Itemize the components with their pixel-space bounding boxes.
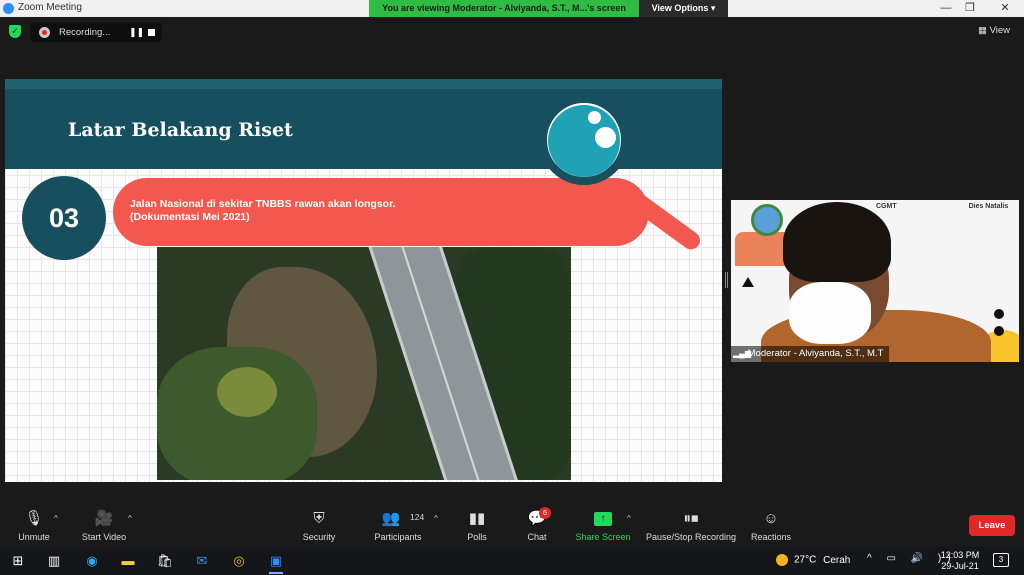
clock-time: 12:03 PM (940, 550, 980, 560)
polls-label: Polls (467, 532, 487, 542)
participant-count: 124 (410, 512, 425, 522)
participant-video-tile[interactable]: CGMT Dies Natalis ▂▄▆ Moderator - Alviya… (731, 200, 1019, 362)
clock-date: 29-Jul-21 (941, 561, 979, 571)
participants-label: Participants (374, 532, 422, 542)
sun-icon (776, 554, 788, 566)
point-description: Jalan Nasional di sekitar TNBBS rawan ak… (130, 198, 396, 223)
share-screen-button[interactable]: ↑ Share Screen (574, 504, 632, 547)
zoom-logo-icon (3, 3, 14, 14)
minimize-button[interactable]: — (936, 1, 956, 15)
participants-options-caret[interactable]: ^ (434, 514, 438, 523)
globe-icon (751, 204, 783, 236)
unmute-label: Unmute (18, 532, 50, 542)
polls-button[interactable]: ▮▮ Polls (460, 504, 494, 547)
pause-stop-recording-label: Pause/Stop Recording (645, 532, 737, 542)
panel-resize-handle[interactable] (725, 272, 728, 288)
chrome-icon[interactable]: ◎ (229, 551, 249, 571)
video-options-caret[interactable]: ^ (128, 514, 132, 523)
taskbar-clock[interactable]: 12:03 PM 29-Jul-21 (938, 550, 982, 572)
view-layout-button[interactable]: ▦ View (978, 25, 1010, 36)
security-button[interactable]: ⛨ Security (298, 504, 340, 547)
shield-icon: ⛨ (313, 510, 325, 527)
start-video-button[interactable]: 🎥 Start Video (78, 504, 130, 547)
unmute-button[interactable]: 🎙 Unmute (12, 504, 56, 547)
recording-indicator: Recording... ❚❚ (30, 23, 162, 42)
security-label: Security (302, 532, 336, 542)
face-mask (789, 282, 871, 344)
participants-button[interactable]: 👥 Participants (372, 504, 424, 547)
viewing-screen-banner: You are viewing Moderator - Alviyanda, S… (369, 0, 639, 17)
participant-name-label: ▂▄▆ Moderator - Alviyanda, S.T., M.T (731, 346, 890, 362)
background-triangle-shape (742, 277, 754, 287)
shared-screen-slide: Latar Belakang Riset Jalan Nasional di s… (5, 79, 722, 482)
chat-unread-badge: 6 (539, 507, 551, 519)
point-number-badge: 03 (22, 176, 106, 260)
edge-browser-icon[interactable]: ◉ (82, 551, 102, 571)
leave-meeting-button[interactable]: Leave (969, 515, 1015, 536)
meeting-controls-toolbar: 🎙 Unmute ^ 🎥 Start Video ^ ⛨ Security 👥 … (0, 504, 1024, 547)
slide-title: Latar Belakang Riset (68, 119, 293, 141)
background-dot-shape (994, 326, 1004, 336)
zoom-app-icon[interactable]: ▣ (266, 551, 286, 574)
photo-tree-cluster (217, 367, 277, 417)
encryption-shield-icon[interactable]: ✓ (9, 25, 21, 38)
store-icon[interactable]: 🛍 (155, 551, 175, 571)
magnifier-highlight-shape (595, 127, 616, 148)
muted-microphone-icon: 🎙 (24, 510, 44, 527)
video-off-icon: 🎥 (94, 510, 114, 527)
windows-taskbar: ⊞ ▥ ◉ ▬ 🛍 ✉ ◎ ▣ 27°C Cerah ^ ▭ 🔊 )) 12:0… (0, 547, 1024, 575)
windows-start-icon[interactable]: ⊞ (8, 551, 28, 571)
share-screen-label: Share Screen (575, 532, 631, 542)
participant-name: Moderator - Alviyanda, S.T., M.T (747, 348, 884, 359)
notification-center-icon[interactable]: 3 (993, 553, 1009, 567)
bar-chart-icon: ▮▮ (468, 510, 486, 527)
connection-signal-icon: ▂▄▆ (733, 349, 751, 358)
magnifier-highlight-shape (588, 111, 601, 124)
file-explorer-icon[interactable]: ▬ (118, 551, 138, 571)
task-view-icon[interactable]: ▥ (44, 551, 64, 571)
background-logo-strip: CGMT Dies Natalis (876, 203, 1008, 210)
dies-natalis-logo: Dies Natalis (968, 203, 1009, 210)
weather-widget[interactable]: 27°C Cerah (776, 554, 850, 566)
share-options-caret[interactable]: ^ (627, 514, 631, 523)
weather-temperature: 27°C (794, 554, 817, 566)
chat-label: Chat (527, 532, 547, 542)
participant-hair (783, 202, 891, 282)
weather-condition: Cerah (823, 554, 851, 566)
stop-recording-icon[interactable] (148, 29, 155, 36)
pause-stop-recording-button[interactable]: ⏸⏹ Pause/Stop Recording (644, 504, 738, 547)
cgmt-logo: CGMT (876, 203, 897, 210)
mail-icon[interactable]: ✉ (192, 551, 212, 571)
pause-recording-icon[interactable]: ❚❚ (129, 27, 144, 38)
maximize-button[interactable]: ❐ (960, 1, 980, 15)
view-options-button[interactable]: View Options ▾ (639, 0, 728, 17)
close-button[interactable]: ✕ (995, 1, 1015, 15)
smiley-plus-icon: ☺ (763, 510, 779, 527)
audio-options-caret[interactable]: ^ (54, 514, 58, 523)
share-screen-icon: ↑ (594, 512, 612, 526)
aerial-road-photo (157, 247, 571, 480)
reactions-label: Reactions (750, 532, 792, 542)
background-dot-shape (994, 309, 1004, 319)
cloud-recording-icon (39, 27, 50, 38)
start-video-label: Start Video (81, 532, 127, 542)
window-title: Zoom Meeting (18, 2, 82, 13)
pause-stop-icon: ⏸⏹ (683, 510, 699, 527)
recording-label: Recording... (59, 27, 111, 38)
reactions-button[interactable]: ☺ Reactions (749, 504, 793, 547)
